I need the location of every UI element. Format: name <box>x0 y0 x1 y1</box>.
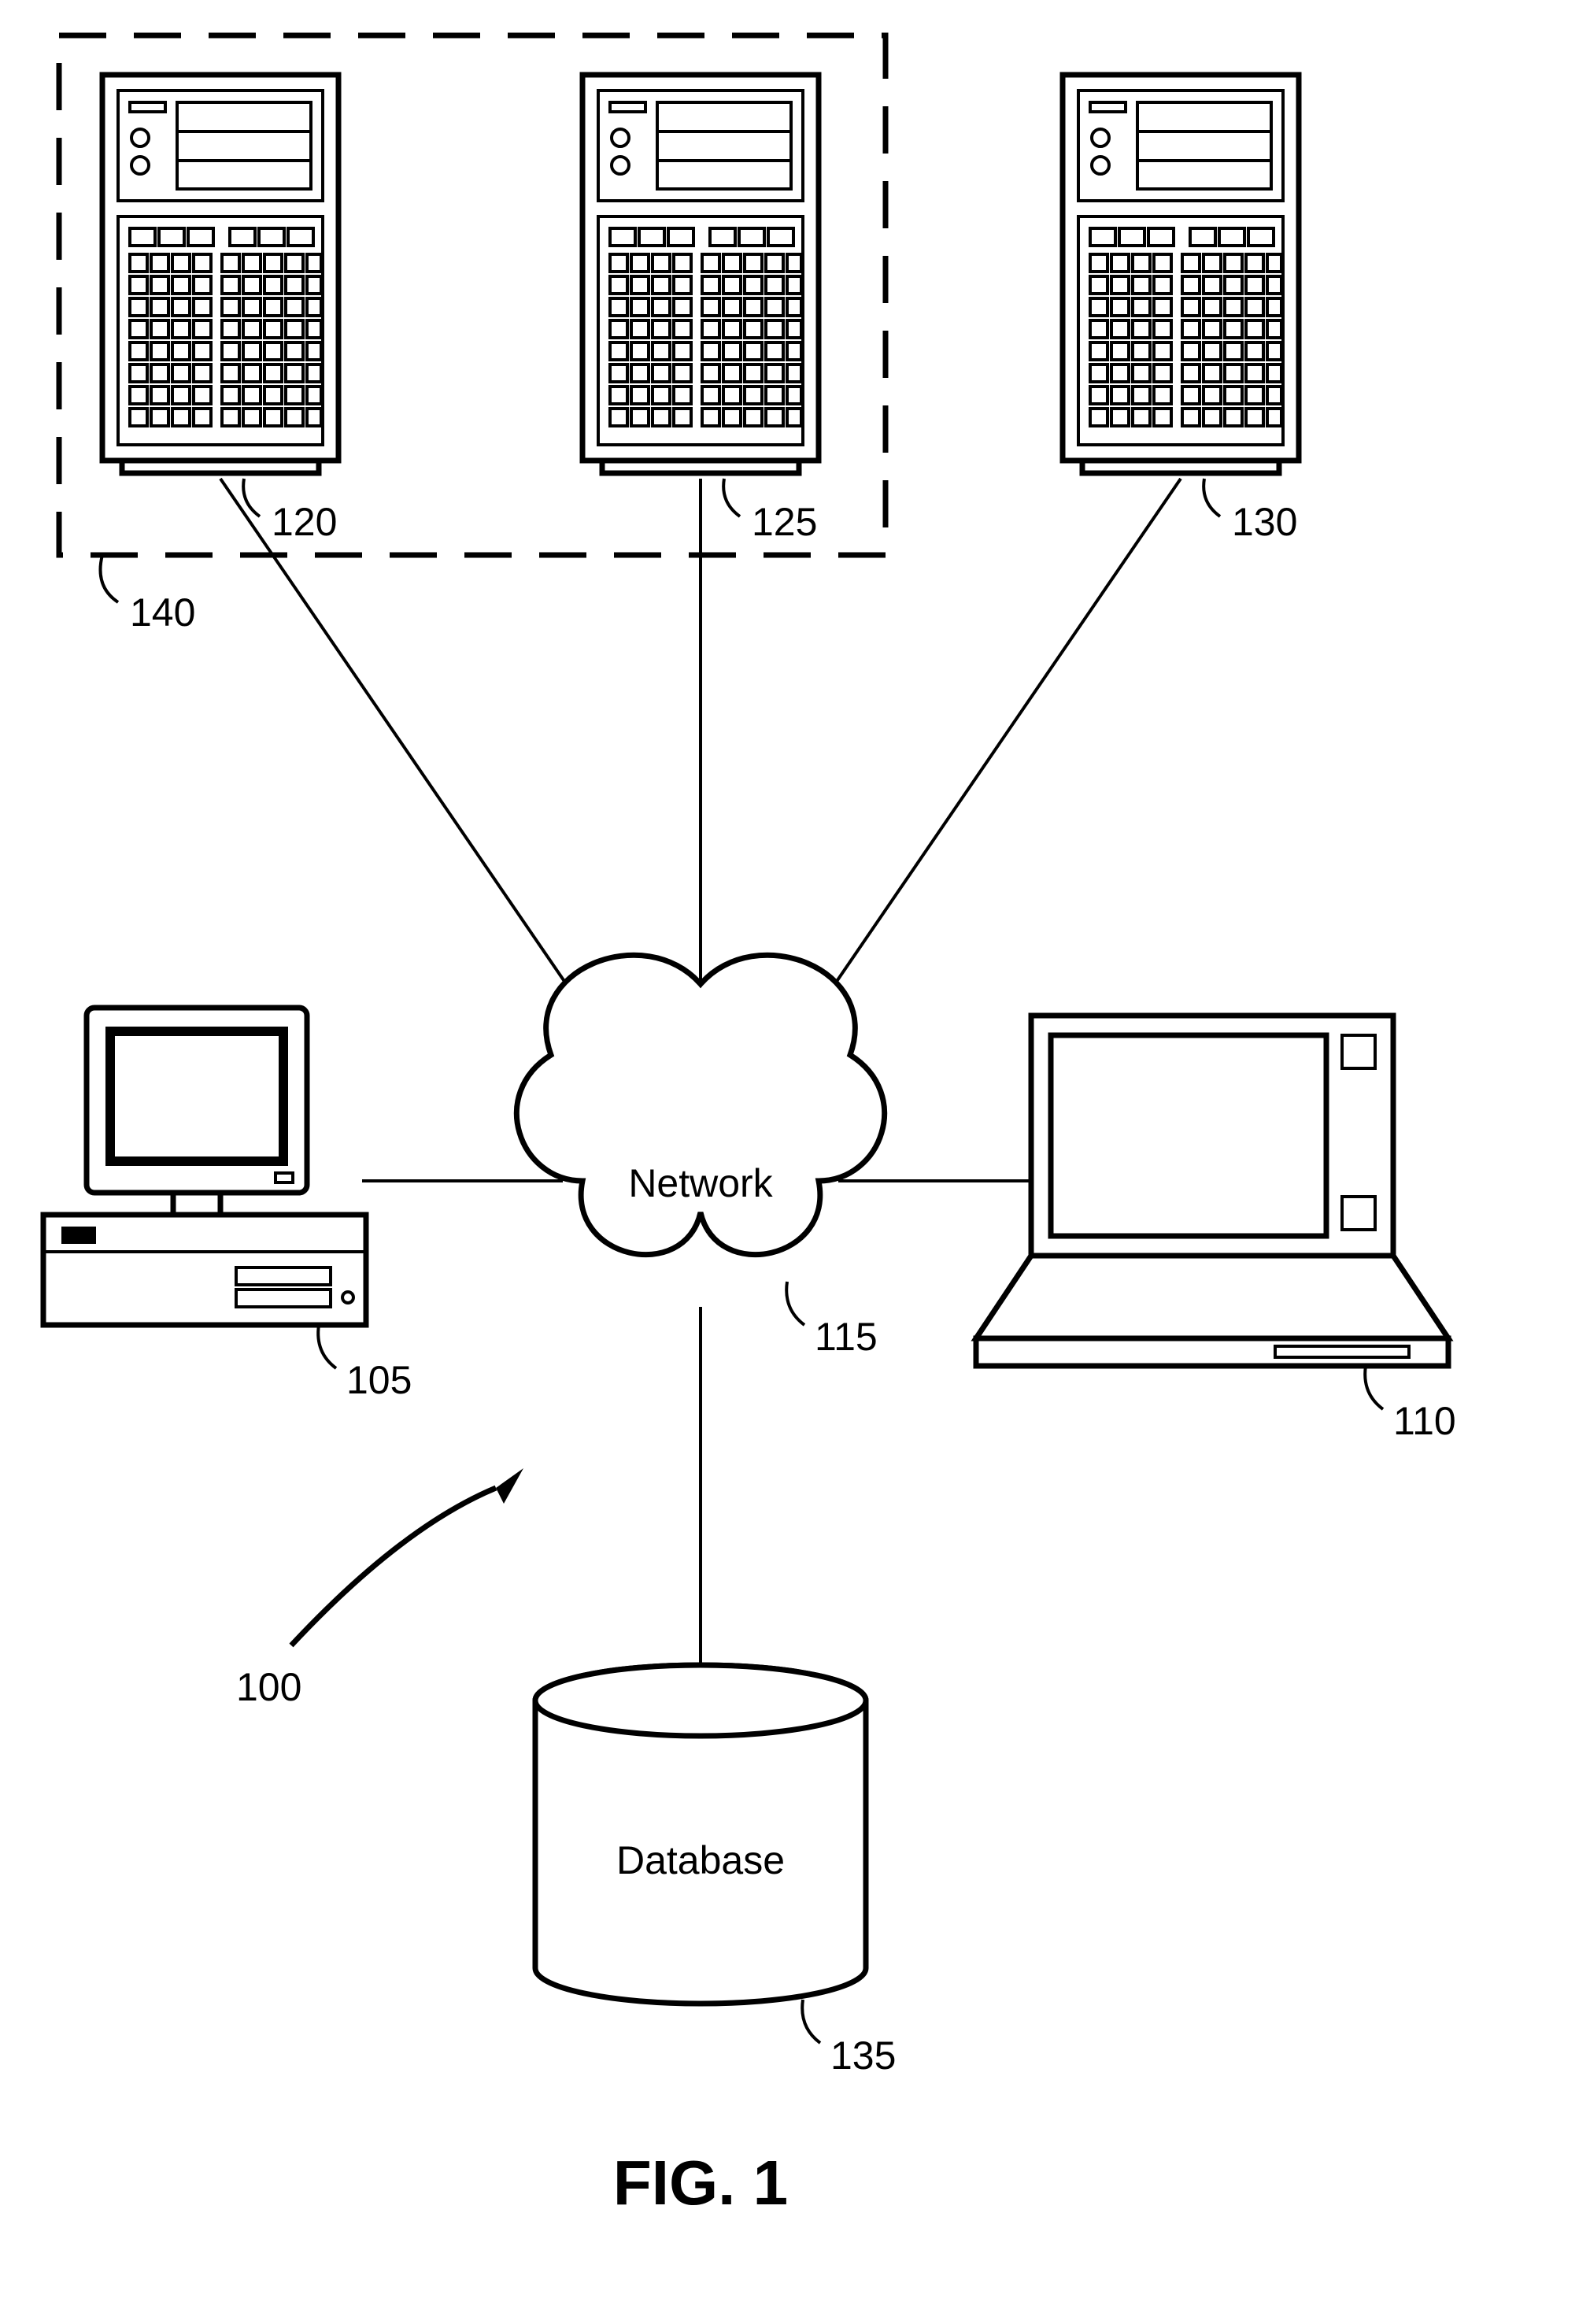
svg-text:140: 140 <box>130 590 195 635</box>
laptop-icon <box>976 1016 1448 1366</box>
ref-115: 115 <box>786 1282 878 1359</box>
server-2-icon <box>582 75 819 473</box>
ref-135: 135 <box>802 2000 896 2078</box>
ref-100: 100 <box>236 1468 523 1709</box>
desktop-computer-icon <box>43 1008 366 1325</box>
ref-105: 105 <box>318 1325 412 1402</box>
server-3-icon <box>1063 75 1299 473</box>
svg-text:125: 125 <box>752 500 817 544</box>
svg-text:100: 100 <box>236 1665 301 1709</box>
svg-text:105: 105 <box>346 1358 412 1402</box>
svg-text:110: 110 <box>1393 1399 1456 1443</box>
figure-1-diagram: Network Database 120 125 130 140 105 110… <box>0 0 1590 2324</box>
database-icon: Database <box>535 1665 866 2004</box>
network-label: Network <box>628 1161 773 1205</box>
svg-text:130: 130 <box>1232 500 1297 544</box>
svg-text:135: 135 <box>830 2034 896 2078</box>
ref-125: 125 <box>723 479 817 544</box>
ref-110: 110 <box>1365 1366 1456 1443</box>
database-label: Database <box>616 1838 785 1882</box>
figure-title: FIG. 1 <box>613 2148 788 2218</box>
svg-text:120: 120 <box>272 500 337 544</box>
server-1-icon <box>102 75 338 473</box>
svg-text:115: 115 <box>815 1315 878 1359</box>
ref-130: 130 <box>1204 479 1297 544</box>
ref-140: 140 <box>101 555 196 635</box>
network-cloud-icon: Network <box>516 955 884 1254</box>
